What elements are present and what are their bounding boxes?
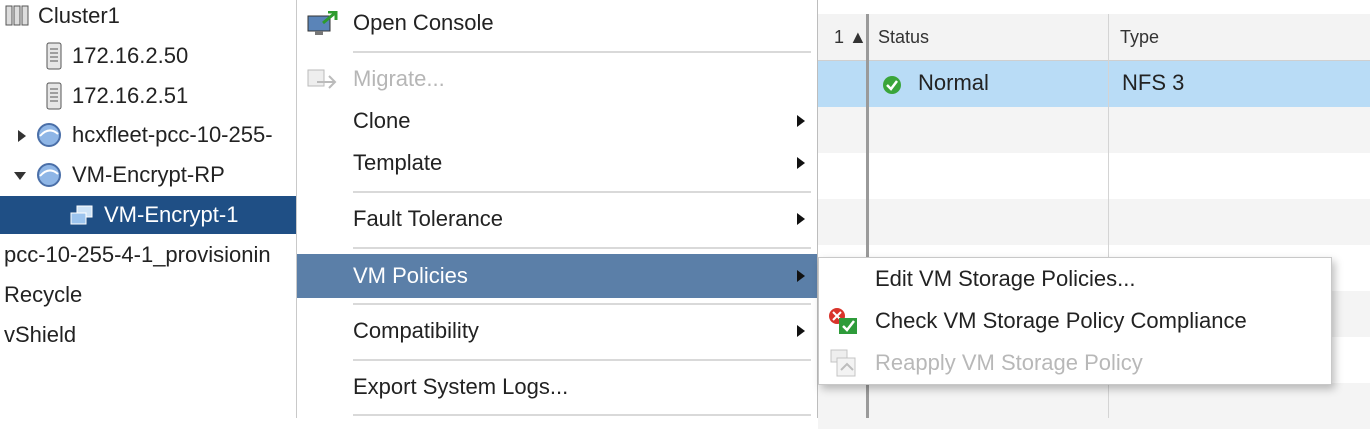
column-header-type[interactable]: Type xyxy=(1120,27,1159,48)
submenu-arrow-icon xyxy=(797,270,805,282)
submenu-item-label: Check VM Storage Policy Compliance xyxy=(875,308,1247,333)
tree-item-label: 172.16.2.51 xyxy=(72,83,189,108)
expand-arrow-icon[interactable] xyxy=(18,130,26,142)
tree-item-label: VM-Encrypt-RP xyxy=(72,162,225,187)
menu-item-compatibility[interactable]: Compatibility xyxy=(297,311,817,351)
table-row[interactable]: Normal NFS 3 xyxy=(818,61,1370,107)
tree-item-vm-encrypt-rp[interactable]: VM-Encrypt-RP xyxy=(0,156,300,194)
grid-header: 1 ▲ Status Type xyxy=(818,14,1370,61)
type-cell: NFS 3 xyxy=(1122,70,1185,95)
collapse-arrow-icon[interactable] xyxy=(14,172,26,180)
menu-item-label: Open Console xyxy=(353,10,494,35)
table-row xyxy=(818,153,1370,199)
submenu-arrow-icon xyxy=(797,325,805,337)
tree-item-label: 172.16.2.50 xyxy=(72,43,189,68)
resource-pool-icon xyxy=(37,163,61,187)
table-row xyxy=(818,199,1370,245)
reapply-policy-icon xyxy=(830,349,856,377)
menu-separator xyxy=(353,303,811,305)
vm-policies-submenu: Edit VM Storage Policies... Check VM Sto… xyxy=(818,257,1332,385)
tree-item-recycle[interactable]: Recycle xyxy=(0,276,300,314)
console-icon xyxy=(307,11,338,35)
host-icon xyxy=(46,82,62,110)
tree-item-provisioning[interactable]: pcc-10-255-4-1_provisionin xyxy=(0,236,300,274)
tree-item-host-50[interactable]: 172.16.2.50 xyxy=(0,37,300,75)
menu-item-export-system-logs[interactable]: Export System Logs... xyxy=(297,367,817,407)
menu-separator xyxy=(353,359,811,361)
submenu-item-check-compliance[interactable]: Check VM Storage Policy Compliance xyxy=(819,300,1331,342)
compliance-check-icon xyxy=(829,308,857,334)
submenu-arrow-icon xyxy=(797,115,805,127)
tree-item-hcxfleet-rp[interactable]: hcxfleet-pcc-10-255- xyxy=(0,116,300,154)
submenu-arrow-icon xyxy=(797,157,805,169)
tree-item-label: Recycle xyxy=(4,282,83,307)
cluster-icon xyxy=(5,5,29,26)
menu-item-fault-tolerance[interactable]: Fault Tolerance xyxy=(297,199,817,239)
tree-item-label: pcc-10-255-4-1_provisionin xyxy=(4,242,271,267)
status-ok-icon xyxy=(883,76,901,94)
status-cell: Normal xyxy=(918,70,989,95)
submenu-arrow-icon xyxy=(797,213,805,225)
submenu-item-label: Reapply VM Storage Policy xyxy=(875,350,1143,375)
menu-item-label: Clone xyxy=(353,108,411,133)
column-header-status[interactable]: Status xyxy=(878,27,929,48)
tree-item-label: VM-Encrypt-1 xyxy=(104,202,239,227)
menu-separator xyxy=(353,51,811,53)
tree-item-vshield[interactable]: vShield xyxy=(0,316,300,354)
menu-item-clone[interactable]: Clone xyxy=(297,101,817,141)
submenu-item-edit-storage-policies[interactable]: Edit VM Storage Policies... xyxy=(819,258,1331,300)
context-menu: Open Console Migrate... Clone Template F… xyxy=(296,0,818,418)
table-row xyxy=(818,383,1370,429)
tree-item-vm-encrypt-1[interactable]: VM-Encrypt-1 xyxy=(0,196,300,234)
tree-item-label: vShield xyxy=(4,322,77,347)
tree-item-host-51[interactable]: 172.16.2.51 xyxy=(0,77,300,115)
menu-item-label: Template xyxy=(353,150,443,175)
submenu-item-label: Edit VM Storage Policies... xyxy=(875,266,1136,291)
tree-item-label: hcxfleet-pcc-10-255- xyxy=(72,122,273,147)
tree-item-label: Cluster1 xyxy=(38,3,120,28)
menu-item-vm-policies[interactable]: VM Policies xyxy=(297,254,817,298)
host-icon xyxy=(46,42,62,70)
menu-item-label: Migrate... xyxy=(353,66,445,91)
menu-item-label: Fault Tolerance xyxy=(353,206,504,231)
resource-pool-icon xyxy=(37,123,61,147)
menu-separator xyxy=(353,191,811,193)
tree-item-cluster1[interactable]: Cluster1 xyxy=(0,0,300,35)
table-row xyxy=(818,107,1370,153)
submenu-item-reapply-policy[interactable]: Reapply VM Storage Policy xyxy=(819,342,1331,384)
menu-item-template[interactable]: Template xyxy=(297,143,817,183)
menu-separator xyxy=(353,247,811,249)
inventory-tree: Cluster1 172.16.2.50 172.16.2.51 hcxflee… xyxy=(0,0,300,418)
sort-indicator[interactable]: 1 ▲ xyxy=(834,27,867,48)
menu-item-migrate[interactable]: Migrate... xyxy=(297,59,817,99)
menu-item-label: Compatibility xyxy=(353,318,479,343)
menu-item-open-console[interactable]: Open Console xyxy=(297,3,817,43)
migrate-icon xyxy=(307,69,337,89)
vm-icon xyxy=(70,205,93,225)
menu-item-label: VM Policies xyxy=(353,263,468,288)
menu-separator xyxy=(353,414,811,416)
menu-item-label: Export System Logs... xyxy=(353,374,569,399)
